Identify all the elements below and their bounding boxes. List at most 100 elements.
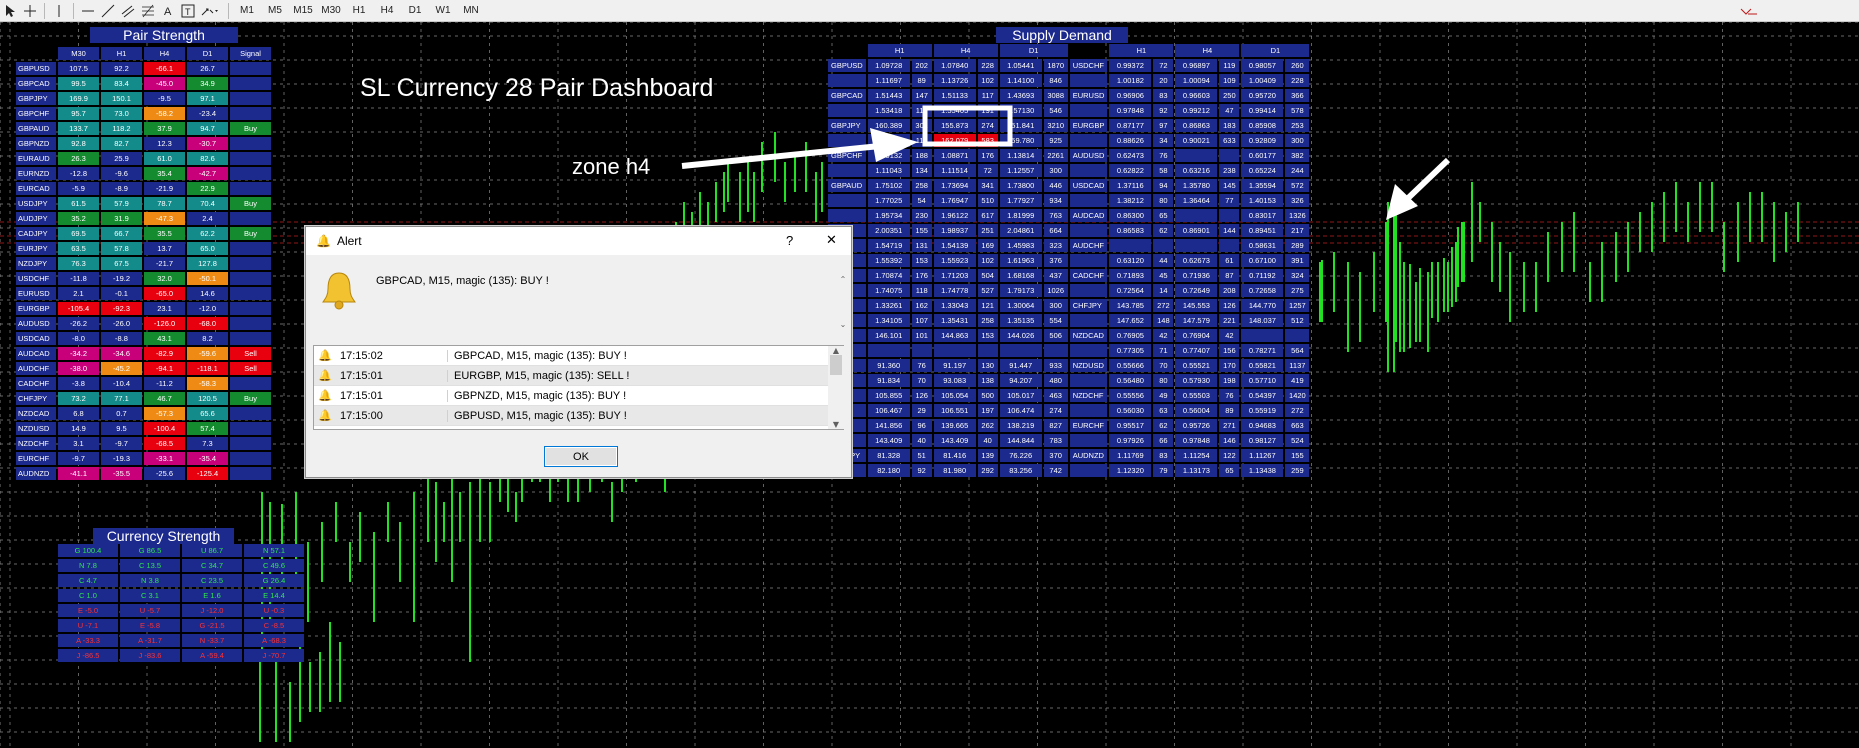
strength-cell: -126.0 xyxy=(144,317,185,330)
currency-strength-cell: J -70.7 xyxy=(244,649,304,662)
alert-time: 17:15:01 xyxy=(340,389,383,402)
alert-log-row[interactable]: 🔔 17:15:00 GBPUSD, M15, magic (135): BUY ! xyxy=(314,406,843,426)
strength-cell: -118.1 xyxy=(187,362,228,375)
alert-log-row[interactable]: 🔔17:15:00GBPJPY Buy GBPAUD Buy xyxy=(314,426,843,429)
strength-cell: -50.1 xyxy=(187,272,228,285)
chart-area[interactable]: Pair Strength M30 H1 H4 D1 Signal GBPUSD 107.5… xyxy=(0,22,1859,748)
zone-cell: 1.74075 xyxy=(867,284,910,297)
toolbar-separator xyxy=(73,2,74,19)
autoscroll-button[interactable] xyxy=(1736,1,1764,21)
zone-cell: 45 xyxy=(1153,269,1174,282)
zone-cell: 1.33261 xyxy=(867,299,910,312)
zone-cell: 119 xyxy=(1219,59,1240,72)
timeframe-h1-button[interactable]: H1 xyxy=(345,1,373,21)
message-scrollbar[interactable]: ⌃ ⌄ xyxy=(835,275,851,329)
zone-cell: 1.81999 xyxy=(999,209,1042,222)
zone-cell: 65 xyxy=(1153,209,1174,222)
timeframe-mn-button[interactable]: MN xyxy=(457,1,485,21)
timeframe-m15-button[interactable]: M15 xyxy=(289,1,317,21)
fibonacci-button[interactable] xyxy=(138,1,158,21)
vertical-line-button[interactable] xyxy=(49,1,69,21)
text-button[interactable]: A xyxy=(158,1,178,21)
zone-cell: 0.55821 xyxy=(1241,359,1284,372)
zone-cell: 1.73694 xyxy=(933,179,976,192)
signal-cell: Sell xyxy=(230,347,271,360)
strength-cell: -21.7 xyxy=(144,257,185,270)
zone-cell: 272 xyxy=(1153,299,1174,312)
arrows-button[interactable] xyxy=(198,1,224,21)
timeframe-w1-button[interactable]: W1 xyxy=(429,1,457,21)
zone-cell: 141.856 xyxy=(867,419,910,432)
strength-cell: -125.4 xyxy=(187,467,228,480)
zone-cell: 1257 xyxy=(1285,299,1310,312)
signal-cell xyxy=(230,332,271,345)
zone-cell: 0.56480 xyxy=(1109,374,1152,387)
column-header: Signal xyxy=(230,47,271,60)
timeframe-m5-button[interactable]: M5 xyxy=(261,1,289,21)
zone-cell: 0.77305 xyxy=(1109,344,1152,357)
alert-log-row[interactable]: 🔔 17:15:02 GBPCAD, M15, magic (135): BUY ! xyxy=(314,346,843,366)
pair-name xyxy=(828,134,866,147)
currency-strength-cell: N 3.8 xyxy=(120,574,180,587)
pair-row: CADCHF -3.8 -10.4 -11.2 -58.3 xyxy=(16,377,271,390)
zone-cell: 1.55923 xyxy=(933,254,976,267)
zone-cell: 0.97926 xyxy=(1109,434,1152,447)
strength-cell: 118.2 xyxy=(101,122,142,135)
zone-cell: 1326 xyxy=(1285,209,1310,222)
zone-cell: 0.95726 xyxy=(1175,419,1218,432)
scroll-thumb[interactable] xyxy=(830,355,842,375)
pair-name xyxy=(1069,374,1108,387)
zone-cell: 742 xyxy=(1043,464,1068,477)
crosshair-tool-button[interactable] xyxy=(20,1,40,21)
close-button[interactable]: ✕ xyxy=(826,232,837,248)
alert-log-row[interactable]: 🔔 17:15:01 GBPNZD, M15, magic (135): BUY ! xyxy=(314,386,843,406)
zone-cell xyxy=(1175,149,1218,162)
zone-cell: 58 xyxy=(1153,164,1174,177)
zone-cell: 1.95734 xyxy=(867,209,910,222)
log-scrollbar[interactable]: ▲ ▼ xyxy=(828,346,844,429)
text-label-button[interactable]: T xyxy=(178,1,198,21)
signal-cell xyxy=(230,437,271,450)
timeframe-m30-button[interactable]: M30 xyxy=(317,1,345,21)
ok-button[interactable]: OK xyxy=(544,446,618,467)
strength-cell: -45.0 xyxy=(144,77,185,90)
strength-cell: 14.9 xyxy=(58,422,99,435)
cursor-tool-button[interactable] xyxy=(0,1,20,21)
pair-strength-header: M30 H1 H4 D1 Signal xyxy=(16,47,271,60)
zone-cell: 144.844 xyxy=(999,434,1042,447)
signal-cell xyxy=(230,317,271,330)
pair-name: NZDCHF xyxy=(1069,389,1108,402)
pair-row: GBPJPY 169.9 150.1 -9.5 97.1 xyxy=(16,92,271,105)
zone-cell: 1.35135 xyxy=(999,314,1042,327)
bell-icon: 🔔 xyxy=(318,370,332,382)
strength-cell: 169.9 xyxy=(58,92,99,105)
zone-cell: 510 xyxy=(977,194,998,207)
horizontal-line-button[interactable] xyxy=(78,1,98,21)
zone-cell: 70 xyxy=(1153,359,1174,372)
alert-log-row[interactable]: 🔔 17:15:01 EURGBP, M15, magic (135): SELL … xyxy=(314,366,843,386)
strength-cell: 22.9 xyxy=(187,182,228,195)
trendline-button[interactable] xyxy=(98,1,118,21)
zone-row: 1.70874 176 1.71203 504 1.68168 437 CADCHF 0.71… xyxy=(828,269,1310,282)
zone-cell: 164.079 xyxy=(867,134,910,147)
timeframe-d1-button[interactable]: D1 xyxy=(401,1,429,21)
strength-cell: -9.6 xyxy=(101,167,142,180)
zone-cell: 527 xyxy=(977,284,998,297)
zone-cell: 91.360 xyxy=(867,359,910,372)
pair-row: NZDCAD 6.8 0.7 -57.3 65.6 xyxy=(16,407,271,420)
zone-cell: 0.60177 xyxy=(1241,149,1284,162)
strength-cell: -8.9 xyxy=(101,182,142,195)
zone-cell: 572 xyxy=(1285,179,1310,192)
zone-cell xyxy=(1219,239,1240,252)
zone-cell xyxy=(1175,239,1218,252)
zone-cell: 0.97848 xyxy=(1109,104,1152,117)
pair-row: CHFJPY 73.2 77.1 46.7 120.5 Buy xyxy=(16,392,271,405)
channel-button[interactable] xyxy=(118,1,138,21)
strength-cell: 14.6 xyxy=(187,287,228,300)
strength-cell: -9.5 xyxy=(144,92,185,105)
pair-name: AUDUSD xyxy=(1069,149,1108,162)
timeframe-m1-button[interactable]: M1 xyxy=(233,1,261,21)
timeframe-h4-button[interactable]: H4 xyxy=(373,1,401,21)
strength-cell: -65.0 xyxy=(144,287,185,300)
help-button[interactable]: ? xyxy=(786,233,793,248)
